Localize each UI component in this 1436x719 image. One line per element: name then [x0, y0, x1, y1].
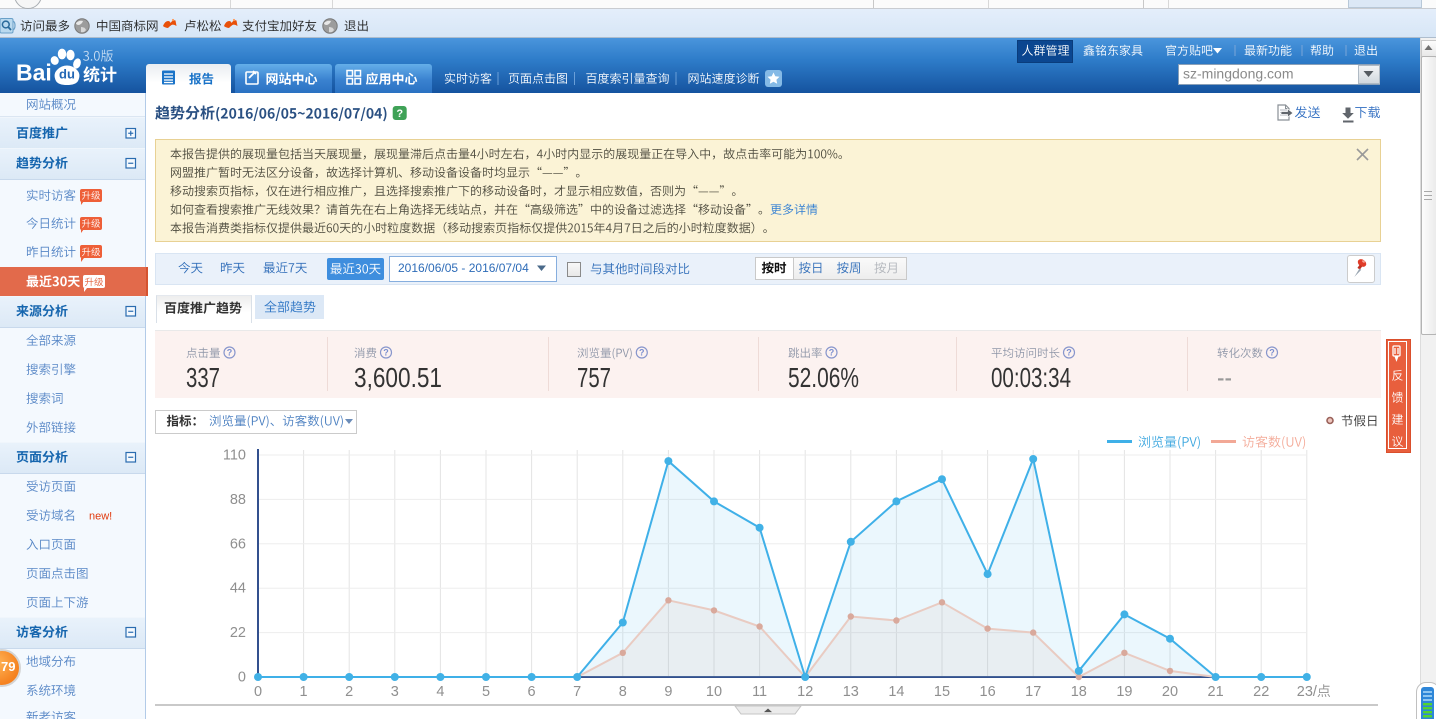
svg-text:22: 22: [230, 625, 246, 641]
svg-text:12: 12: [797, 684, 813, 700]
svg-text:1: 1: [300, 684, 308, 700]
svg-text:?: ?: [639, 348, 645, 358]
svg-text:new!: new!: [89, 510, 112, 522]
svg-text:4: 4: [436, 684, 444, 700]
svg-text:44: 44: [230, 581, 246, 597]
svg-text:9: 9: [664, 684, 672, 700]
svg-text:79: 79: [1, 659, 15, 674]
svg-text:?: ?: [396, 108, 403, 120]
svg-text:?: ?: [1269, 348, 1275, 358]
svg-text:Bai: Bai: [16, 60, 52, 86]
svg-text:88: 88: [230, 492, 246, 508]
svg-text:?: ?: [227, 348, 233, 358]
svg-text:14: 14: [888, 684, 904, 700]
svg-text:18: 18: [1071, 684, 1087, 700]
svg-text:19: 19: [1116, 684, 1132, 700]
svg-text:3,600.51: 3,600.51: [354, 362, 442, 393]
svg-text:--: --: [1217, 362, 1232, 393]
svg-text:66: 66: [230, 536, 246, 552]
svg-text:52.06%: 52.06%: [788, 362, 859, 393]
svg-text:6: 6: [528, 684, 536, 700]
svg-text:16: 16: [980, 684, 996, 700]
svg-text:757: 757: [577, 362, 611, 393]
svg-text:110: 110: [223, 448, 246, 464]
svg-text:15: 15: [934, 684, 950, 700]
svg-text:7: 7: [573, 684, 581, 700]
svg-text:17: 17: [1025, 684, 1041, 700]
svg-text:?: ?: [829, 348, 835, 358]
svg-text:00:03:34: 00:03:34: [991, 362, 1071, 393]
svg-text:23/: 23/: [1297, 684, 1318, 700]
svg-text:337: 337: [186, 362, 220, 393]
svg-text:13: 13: [843, 684, 859, 700]
svg-text:11: 11: [752, 684, 767, 700]
svg-text:3: 3: [391, 684, 399, 700]
svg-text:sz-mingdong.com: sz-mingdong.com: [1183, 65, 1294, 81]
svg-text:2016/06/05 - 2016/07/04: 2016/06/05 - 2016/07/04: [398, 261, 529, 275]
svg-text:21: 21: [1208, 684, 1224, 700]
svg-text:20: 20: [1162, 684, 1178, 700]
svg-text:0: 0: [254, 684, 262, 700]
svg-text:2: 2: [345, 684, 353, 700]
svg-text:8: 8: [619, 684, 627, 700]
svg-text:?: ?: [383, 348, 389, 358]
svg-text:22: 22: [1253, 684, 1269, 700]
svg-text:?: ?: [1066, 348, 1072, 358]
svg-text:10: 10: [706, 684, 722, 700]
svg-text:0: 0: [238, 670, 246, 686]
svg-text:5: 5: [482, 684, 490, 700]
svg-text:du: du: [59, 67, 75, 82]
